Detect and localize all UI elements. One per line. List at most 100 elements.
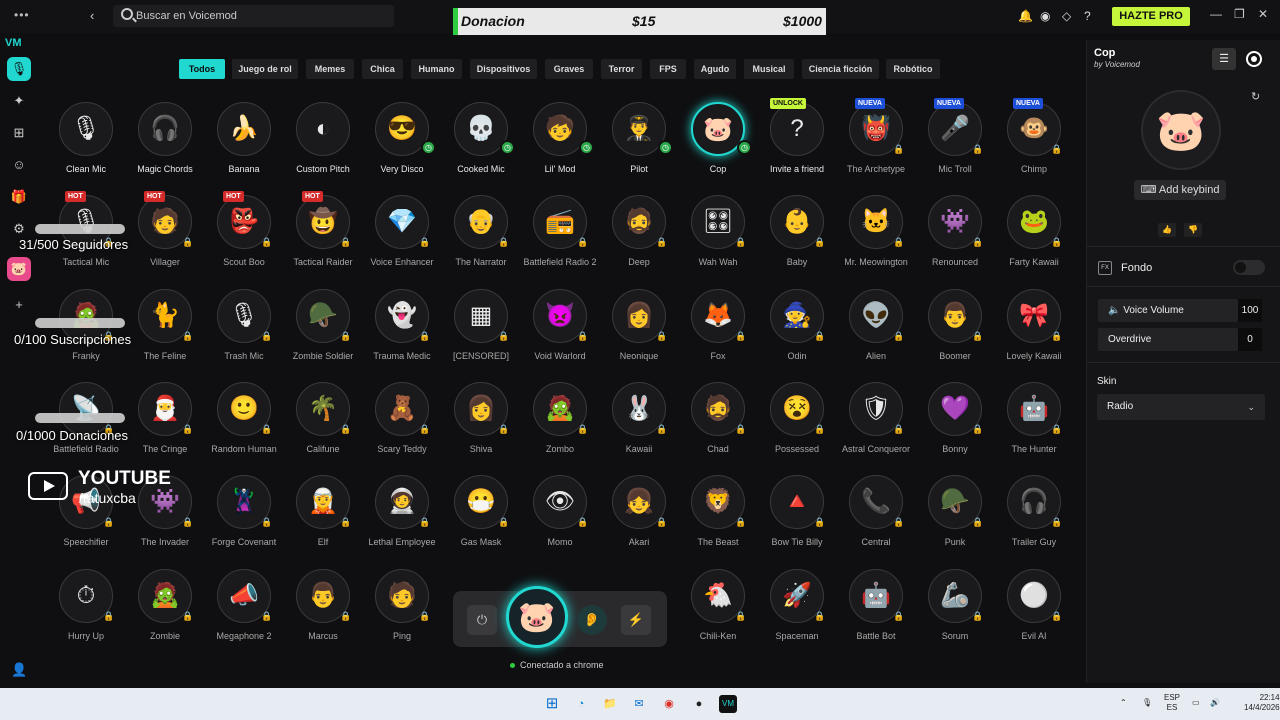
voice-card[interactable]: 🧙 🔒 Odin bbox=[758, 288, 836, 379]
network-icon[interactable]: ▭ bbox=[1192, 698, 1200, 708]
upgrade-button[interactable]: HAZTE PRO bbox=[1112, 7, 1190, 26]
voice-card[interactable]: 👹 NUEVA 🔒 The Archetype bbox=[837, 98, 915, 192]
voice-card[interactable]: 👿 🔒 Void Warlord bbox=[521, 288, 599, 379]
voice-card[interactable]: 🧔 🔒 Deep bbox=[600, 195, 678, 285]
voice-card[interactable]: 🚀 🔒 Spaceman bbox=[758, 568, 836, 659]
category-chip[interactable]: Robótico bbox=[886, 59, 940, 79]
voice-card[interactable]: 👻 🔒 Trauma Medic bbox=[363, 288, 441, 379]
voice-card[interactable]: 👽 🔒 Alien bbox=[837, 288, 915, 379]
voice-card[interactable]: 🎧 🔒 Trailer Guy bbox=[995, 475, 1073, 565]
voice-card[interactable]: 😵 🔒 Possessed bbox=[758, 381, 836, 472]
voice-card[interactable]: 💜 🔒 Bonny bbox=[916, 381, 994, 472]
voice-card[interactable]: 📻 🔒 Battlefield Radio 2 bbox=[521, 195, 599, 285]
voice-card[interactable]: ? UNLOCK Invite a friend bbox=[758, 98, 836, 192]
bell-icon[interactable]: 🔔 bbox=[1018, 9, 1033, 23]
voice-card[interactable]: 🤠 HOT 🔒 Tactical Raider bbox=[284, 191, 362, 285]
voice-card[interactable]: 👺 HOT 🔒 Scout Boo bbox=[205, 191, 283, 285]
voice-card[interactable]: 🦁 🔒 The Beast bbox=[679, 475, 757, 565]
skin-select[interactable]: Radio ⌄ bbox=[1097, 394, 1265, 420]
tray-chevron-icon[interactable]: ⌃ bbox=[1120, 698, 1127, 708]
voice-card[interactable]: 🪖 🔒 Punk bbox=[916, 475, 994, 565]
add-keybind-button[interactable]: ⌨ Add keybind bbox=[1134, 180, 1226, 200]
overdrive-value[interactable]: 0 bbox=[1238, 328, 1262, 351]
voice-card[interactable]: ⚪ 🔒 Evil AI bbox=[995, 568, 1073, 659]
bolt-icon[interactable]: ⚡ bbox=[621, 605, 651, 635]
effects-icon[interactable]: ✦ bbox=[7, 89, 31, 113]
diamond-icon[interactable]: ◇ bbox=[1062, 9, 1071, 23]
voice-card[interactable]: 🧔 🔒 Chad bbox=[679, 381, 757, 472]
discord-icon[interactable]: ◉ bbox=[1040, 9, 1050, 23]
voice-card[interactable]: 🎀 🔒 Lovely Kawaii bbox=[995, 288, 1073, 379]
voice-card[interactable]: 🐸 🔒 Farty Kawaii bbox=[995, 195, 1073, 285]
voice-card[interactable]: 😷 🔒 Gas Mask bbox=[442, 475, 520, 565]
category-chip[interactable]: Musical bbox=[744, 59, 794, 79]
voice-card[interactable]: 🔺 🔒 Bow Tie Billy bbox=[758, 475, 836, 565]
category-chip[interactable]: Terror bbox=[601, 59, 642, 79]
help-icon[interactable]: ? bbox=[1084, 9, 1091, 23]
voice-card[interactable]: 😎 ◷ Very Disco bbox=[363, 102, 441, 192]
category-chip[interactable]: Chica bbox=[362, 59, 403, 79]
voice-card[interactable]: 👩 🔒 Shiva bbox=[442, 381, 520, 472]
voice-card[interactable]: 🧟 🔒 Zombo bbox=[521, 381, 599, 472]
user-icon[interactable]: 👤 bbox=[11, 662, 27, 678]
voice-card[interactable]: 👨 🔒 Boomer bbox=[916, 288, 994, 379]
voice-card[interactable]: 🧑 🔒 Ping bbox=[363, 568, 441, 659]
voice-card[interactable]: 🦹 🔒 Forge Covenant bbox=[205, 475, 283, 565]
voice-card[interactable]: 👾 🔒 Renounced bbox=[916, 195, 994, 285]
apps-icon[interactable]: ⊞ bbox=[7, 121, 31, 145]
overdrive-slider[interactable]: Overdrive bbox=[1098, 328, 1238, 351]
voice-card[interactable]: 👨 🔒 Marcus bbox=[284, 568, 362, 659]
thumbs-down-icon[interactable]: 👎 bbox=[1184, 223, 1202, 237]
voice-card[interactable]: 🤖 🔒 Battle Bot bbox=[837, 568, 915, 659]
voice-card[interactable]: 🦊 🔒 Fox bbox=[679, 288, 757, 379]
category-chip[interactable]: Agudo bbox=[694, 59, 736, 79]
windows-start-icon[interactable]: ⊞ bbox=[543, 695, 561, 713]
voice-volume-value[interactable]: 100 bbox=[1238, 299, 1262, 322]
voice-card[interactable]: 🧑‍🚀 🔒 Lethal Employee bbox=[363, 475, 441, 565]
category-chip[interactable]: Ciencia ficción bbox=[802, 59, 879, 79]
voice-card[interactable]: 🦾 🔒 Sorum bbox=[916, 568, 994, 659]
voice-card[interactable]: 🎧 Magic Chords bbox=[126, 102, 204, 192]
category-chip[interactable]: Dispositivos bbox=[470, 59, 537, 79]
language-indicator[interactable]: ESP ES bbox=[1164, 693, 1180, 713]
voice-card[interactable]: 📞 🔒 Central bbox=[837, 475, 915, 565]
avatar-icon[interactable]: ☺ bbox=[7, 153, 31, 177]
gift-icon[interactable]: 🎁 bbox=[7, 185, 31, 209]
voice-card[interactable]: ◐ Custom Pitch bbox=[284, 102, 362, 192]
search-box[interactable] bbox=[113, 5, 394, 27]
power-icon[interactable]: ⏻ bbox=[467, 605, 497, 635]
volume-icon[interactable]: 🔊 bbox=[1210, 698, 1220, 708]
back-chevron-icon[interactable]: ‹ bbox=[90, 8, 94, 23]
maximize-icon[interactable]: ❐ bbox=[1234, 7, 1245, 21]
voicemod-taskbar-icon[interactable]: VM bbox=[719, 695, 737, 713]
voice-card[interactable]: 🧝 🔒 Elf bbox=[284, 475, 362, 565]
voice-card[interactable]: 💎 🔒 Voice Enhancer bbox=[363, 195, 441, 285]
thumbs-up-icon[interactable]: 👍 bbox=[1158, 223, 1176, 237]
voice-card[interactable]: 💀 ◷ Cooked Mic bbox=[442, 102, 520, 192]
category-chip[interactable]: Humano bbox=[411, 59, 462, 79]
close-icon[interactable]: ✕ bbox=[1258, 7, 1268, 21]
voice-card[interactable]: 🎙 Clean Mic bbox=[47, 102, 125, 192]
chrome-icon[interactable]: ◉ bbox=[660, 695, 678, 713]
voice-card[interactable]: 🙂 🔒 Random Human bbox=[205, 381, 283, 472]
mic-tray-icon[interactable]: 🎙 bbox=[1142, 698, 1152, 708]
voice-card[interactable]: 🐔 🔒 Chili-Ken bbox=[679, 568, 757, 659]
voice-changer-icon[interactable]: 🎙 bbox=[7, 57, 31, 81]
voice-card[interactable]: 👶 🔒 Baby bbox=[758, 195, 836, 285]
file-explorer-icon[interactable]: 📁 bbox=[601, 695, 619, 713]
outlook-icon[interactable]: ✉ bbox=[630, 695, 648, 713]
voice-card[interactable]: 👁 🔒 Momo bbox=[521, 475, 599, 565]
voice-card[interactable]: 🌴 🔒 Califune bbox=[284, 381, 362, 472]
voice-card[interactable]: 🪖 🔒 Zombie Soldier bbox=[284, 288, 362, 379]
voice-card[interactable]: 🎅 🔒 The Cringe bbox=[126, 381, 204, 472]
voice-card[interactable]: 🛡 🔒 Astral Conqueror bbox=[837, 381, 915, 472]
category-chip[interactable]: FPS bbox=[650, 59, 686, 79]
sliders-icon[interactable]: ☰ bbox=[1212, 48, 1236, 70]
voice-card[interactable]: 🎤 NUEVA 🔒 Mic Troll bbox=[916, 98, 994, 192]
fondo-toggle[interactable] bbox=[1233, 260, 1265, 275]
voice-card[interactable]: 🐷 ◷ Cop bbox=[679, 102, 757, 192]
record-icon[interactable] bbox=[1246, 51, 1262, 67]
voice-card[interactable]: 🧟 🔒 Zombie bbox=[126, 568, 204, 659]
category-chip[interactable]: Juego de rol bbox=[232, 59, 298, 79]
category-chip[interactable]: Graves bbox=[545, 59, 593, 79]
